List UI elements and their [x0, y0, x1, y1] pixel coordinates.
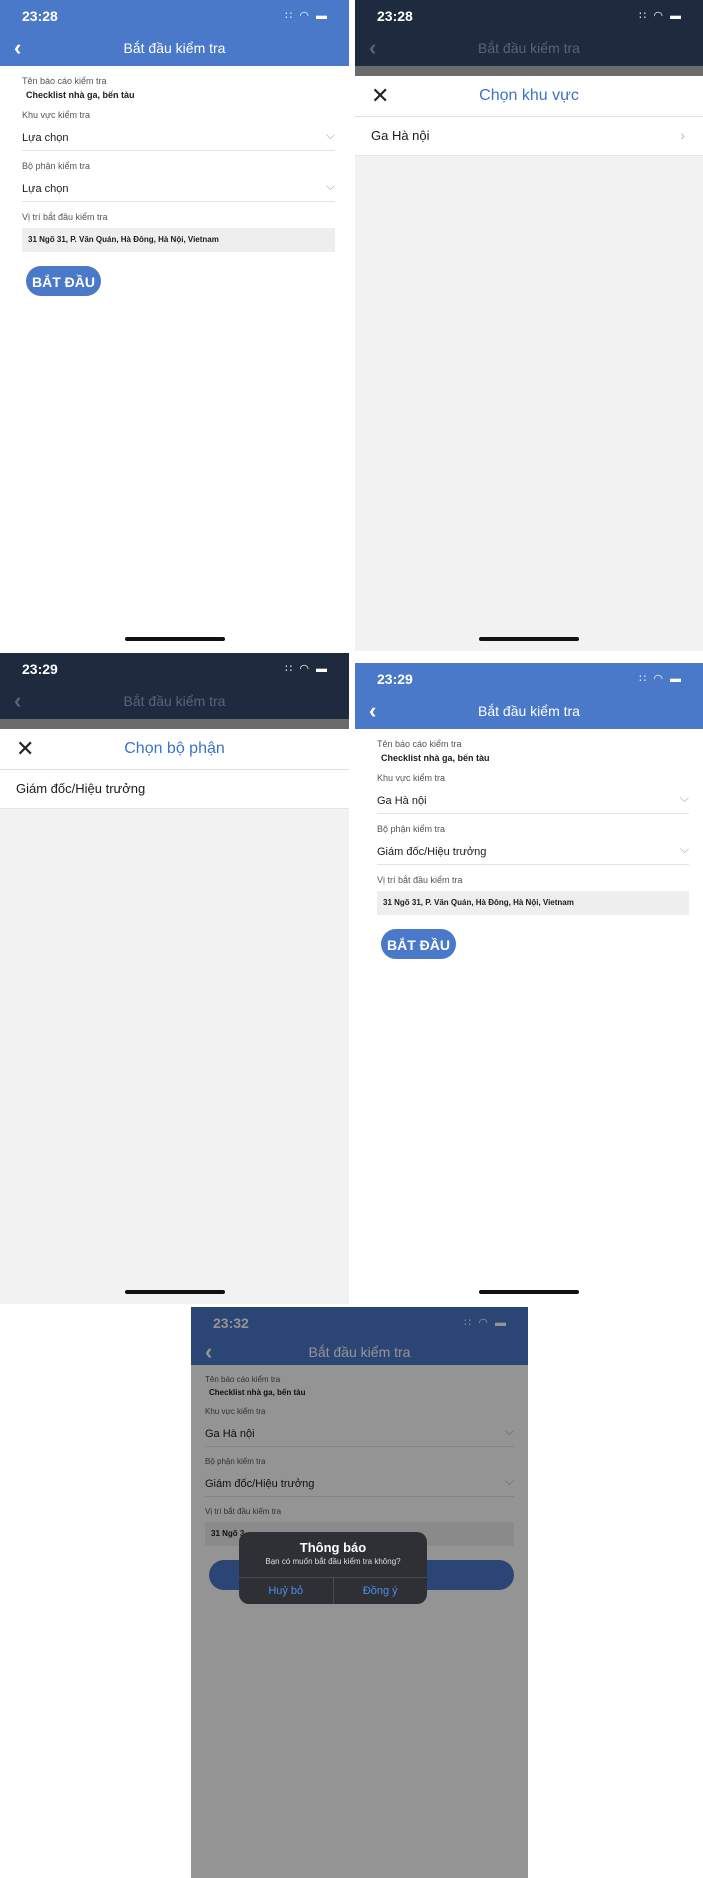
page-title: Bắt đầu kiểm tra [478, 40, 580, 56]
start-button[interactable]: BẮT ĐẦU [381, 929, 456, 959]
screen-select-department: 23:29 ∷ ◠ ▬ ‹ Bắt đầu kiểm tra ✕ Chọn bộ… [0, 653, 349, 1304]
confirm-button[interactable]: Đồng ý [334, 1578, 428, 1604]
cancel-button[interactable]: Huỷ bỏ [239, 1578, 334, 1604]
dept-select-value: Lựa chọn [22, 183, 69, 195]
option-item[interactable]: Ga Hà nội › [355, 117, 703, 156]
home-indicator [479, 1290, 579, 1294]
option-label: Ga Hà nội [371, 128, 430, 143]
screen-confirm-dialog: 23:32 ∷ ◠ ▬ ‹ Bắt đầu kiểm tra Tên báo c… [191, 1307, 528, 1878]
area-select-value: Lựa chọn [22, 132, 69, 144]
report-name-label: Tên báo cáo kiểm tra [377, 739, 462, 749]
nav-bar: ‹ Bắt đầu kiểm tra [355, 694, 703, 729]
status-time: 23:28 [377, 8, 413, 24]
location-label: Vị trí bắt đầu kiểm tra [377, 875, 463, 885]
area-label: Khu vực kiểm tra [22, 110, 91, 120]
status-time: 23:29 [377, 671, 413, 687]
dialog-buttons: Huỷ bỏ Đồng ý [239, 1577, 427, 1604]
option-item[interactable]: Giám đốc/Hiệu trưởng [0, 770, 349, 809]
dialog-message: Bạn có muốn bắt đầu kiểm tra không? [265, 1557, 401, 1566]
option-label: Giám đốc/Hiệu trưởng [16, 781, 146, 796]
signal-wifi-battery-icon: ∷ ◠ ▬ [285, 663, 329, 675]
sheet-title: Chọn khu vực [479, 87, 579, 104]
status-bar: 23:29 ∷ ◠ ▬ [355, 663, 703, 694]
area-label: Khu vực kiểm tra [377, 773, 446, 783]
screen-start-inspection-empty: 23:28 ∷ ◠ ▬ ‹ Bắt đầu kiểm tra Tên báo c… [0, 0, 349, 651]
location-label: Vị trí bắt đầu kiểm tra [22, 212, 108, 222]
status-time: 23:28 [22, 8, 58, 24]
chevron-right-icon: › [680, 127, 685, 143]
confirm-dialog: Thông báo Bạn có muốn bắt đầu kiểm tra k… [239, 1532, 427, 1604]
dim-overlay [355, 66, 703, 76]
dept-select-value: Giám đốc/Hiệu trưởng [377, 846, 487, 858]
sheet-header: ✕ Chọn bộ phận [0, 729, 349, 770]
inspection-form: Tên báo cáo kiểm tra Checklist nhà ga, b… [355, 739, 703, 959]
report-name-value: Checklist nhà ga, bến tàu [381, 753, 490, 763]
chevron-down-icon: ⌵ [679, 791, 689, 805]
chevron-down-icon: ⌵ [679, 842, 689, 856]
dept-select[interactable]: Giám đốc/Hiệu trưởng ⌵ [377, 840, 689, 865]
dialog-title: Thông báo [299, 1540, 367, 1555]
report-name-label: Tên báo cáo kiểm tra [22, 76, 107, 86]
area-select[interactable]: Ga Hà nội ⌵ [377, 789, 689, 814]
home-indicator [124, 1290, 225, 1294]
status-time: 23:29 [22, 661, 58, 677]
status-bar: 23:29 ∷ ◠ ▬ [0, 653, 349, 684]
dept-label: Bộ phận kiểm tra [377, 824, 446, 834]
signal-wifi-battery-icon: ∷ ◠ ▬ [285, 10, 329, 22]
page-title: Bắt đầu kiểm tra [123, 693, 226, 709]
inspection-form: Tên báo cáo kiểm tra Checklist nhà ga, b… [0, 76, 349, 296]
sheet-title: Chọn bộ phận [124, 740, 225, 757]
status-bar: 23:28 ∷ ◠ ▬ [355, 0, 703, 31]
page-title: Bắt đầu kiểm tra [478, 703, 580, 719]
nav-bar: ‹ Bắt đầu kiểm tra [0, 684, 349, 719]
nav-bar: ‹ Bắt đầu kiểm tra [0, 31, 349, 66]
area-select-value: Ga Hà nội [377, 795, 427, 807]
dept-select[interactable]: Lựa chọn ⌵ [22, 177, 335, 202]
report-name-value: Checklist nhà ga, bến tàu [26, 90, 135, 100]
signal-wifi-battery-icon: ∷ ◠ ▬ [639, 10, 683, 22]
sheet-header: ✕ Chọn khu vực [355, 76, 703, 117]
chevron-down-icon: ⌵ [325, 128, 335, 142]
chevron-down-icon: ⌵ [325, 179, 335, 193]
start-button[interactable]: BẮT ĐẦU [26, 266, 101, 296]
location-value: 31 Ngõ 31, P. Văn Quán, Hà Đông, Hà Nội,… [377, 891, 689, 915]
home-indicator [124, 637, 225, 641]
dim-overlay [0, 719, 349, 729]
dept-label: Bộ phận kiểm tra [22, 161, 91, 171]
page-title: Bắt đầu kiểm tra [123, 40, 226, 56]
area-select[interactable]: Lựa chọn ⌵ [22, 126, 335, 151]
home-indicator [479, 637, 579, 641]
screen-select-area: 23:28 ∷ ◠ ▬ ‹ Bắt đầu kiểm tra ✕ Chọn kh… [355, 0, 703, 651]
nav-bar: ‹ Bắt đầu kiểm tra [355, 31, 703, 66]
signal-wifi-battery-icon: ∷ ◠ ▬ [639, 673, 683, 685]
status-bar: 23:28 ∷ ◠ ▬ [0, 0, 349, 31]
location-value: 31 Ngõ 31, P. Văn Quán, Hà Đông, Hà Nội,… [22, 228, 335, 252]
screen-start-inspection-filled: 23:29 ∷ ◠ ▬ ‹ Bắt đầu kiểm tra Tên báo c… [355, 663, 703, 1304]
